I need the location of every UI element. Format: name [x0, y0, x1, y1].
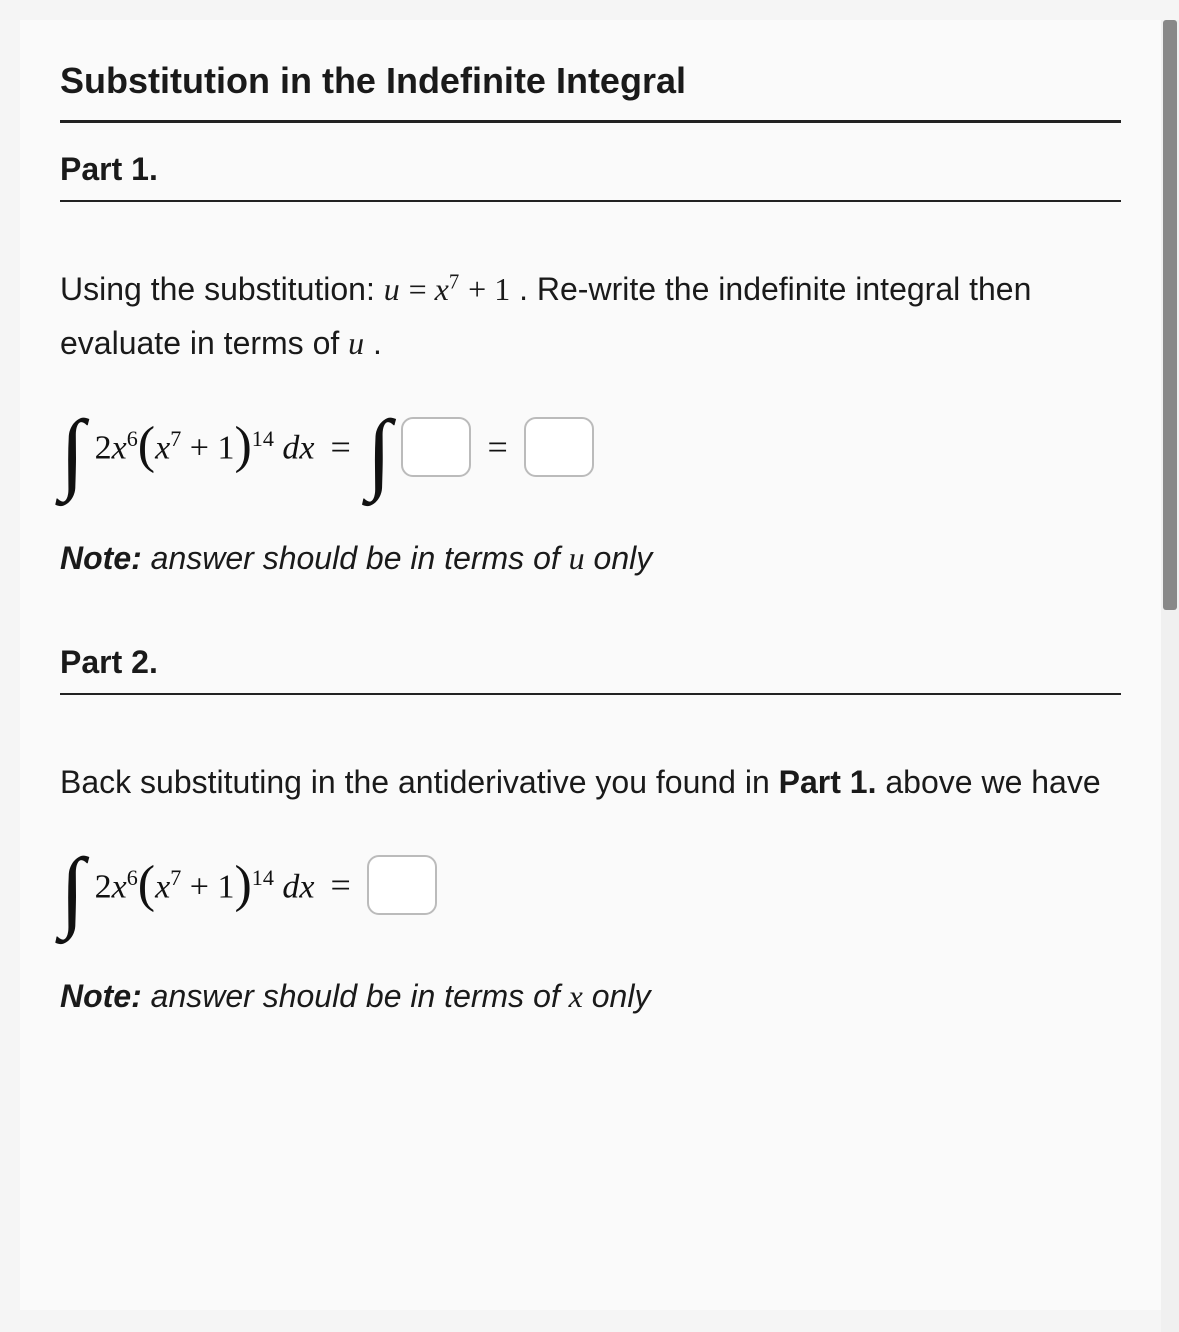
- note-end: only: [583, 978, 651, 1014]
- part2-note: Note: answer should be in terms of x onl…: [60, 971, 1121, 1022]
- math-eq: =: [409, 271, 435, 307]
- math-exp7: 7: [449, 270, 459, 293]
- integral-sign: ∫: [367, 417, 392, 489]
- note-body: answer should be in terms of: [142, 540, 569, 576]
- equals: =: [324, 864, 356, 906]
- scrollbar-thumb[interactable]: [1163, 20, 1177, 610]
- page-title: Substitution in the Indefinite Integral: [60, 60, 1121, 102]
- part2-instructions: Back substituting in the antiderivative …: [60, 755, 1121, 809]
- text: Using the substitution:: [60, 271, 384, 307]
- note-label: Note:: [60, 978, 142, 1014]
- integral-sign: ∫: [60, 855, 85, 927]
- problem-card: Substitution in the Indefinite Integral …: [20, 20, 1161, 1310]
- plus1: + 1: [181, 429, 234, 466]
- coeff: 2: [95, 429, 112, 466]
- integrand-left: 2x6(x7 + 1)14 dx: [95, 865, 315, 906]
- part1-equation: ∫ 2x6(x7 + 1)14 dx = ∫ =: [60, 411, 1121, 483]
- part1-answer-integrand-input[interactable]: [401, 417, 471, 477]
- math-u: u: [384, 271, 400, 307]
- title-divider: [60, 120, 1121, 123]
- note-var: u: [569, 540, 585, 576]
- plus1: + 1: [181, 868, 234, 905]
- scrollbar-track: [1161, 20, 1179, 1332]
- integrand-left: 2x6(x7 + 1)14 dx: [95, 426, 315, 467]
- math-u: u: [348, 325, 364, 361]
- x: x: [155, 868, 170, 905]
- note-label: Note:: [60, 540, 142, 576]
- x: x: [112, 429, 127, 466]
- equals: =: [324, 426, 356, 468]
- part1-note: Note: answer should be in terms of u onl…: [60, 533, 1121, 584]
- part1-answer-evaluated-input[interactable]: [524, 417, 594, 477]
- part2-heading: Part 2.: [60, 644, 1121, 681]
- exp6: 6: [127, 865, 138, 890]
- text: Back substituting in the antiderivative …: [60, 764, 779, 800]
- dx: dx: [282, 868, 314, 905]
- bold-part1: Part 1.: [779, 764, 877, 800]
- text: .: [373, 325, 382, 361]
- math-plus1: + 1: [468, 271, 510, 307]
- math-x: x: [435, 271, 449, 307]
- x: x: [155, 429, 170, 466]
- equals-2: =: [481, 426, 513, 468]
- integral-sign: ∫: [60, 417, 85, 489]
- exp14: 14: [252, 865, 274, 890]
- dx: dx: [282, 429, 314, 466]
- part1-heading: Part 1.: [60, 151, 1121, 188]
- note-end: only: [585, 540, 653, 576]
- exp14: 14: [252, 426, 274, 451]
- text: above we have: [876, 764, 1100, 800]
- part2-equation: ∫ 2x6(x7 + 1)14 dx =: [60, 849, 1121, 921]
- note-body: answer should be in terms of: [142, 978, 569, 1014]
- part1-instructions: Using the substitution: u = x7 + 1 . Re-…: [60, 262, 1121, 371]
- x: x: [112, 868, 127, 905]
- coeff: 2: [95, 868, 112, 905]
- part1-divider: [60, 200, 1121, 202]
- part2-divider: [60, 693, 1121, 695]
- exp6: 6: [127, 426, 138, 451]
- note-var: x: [569, 978, 583, 1014]
- part2-answer-input[interactable]: [367, 855, 437, 915]
- exp7: 7: [170, 865, 181, 890]
- exp7: 7: [170, 426, 181, 451]
